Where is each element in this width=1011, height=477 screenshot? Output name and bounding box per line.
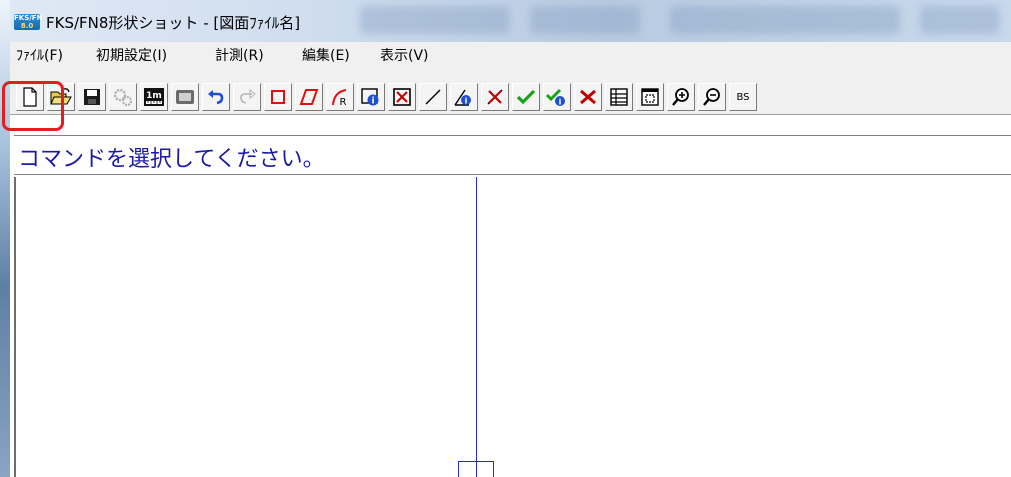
display-button[interactable] bbox=[171, 83, 199, 111]
measure-1m-label: 1m bbox=[146, 91, 162, 101]
menu-initial-settings[interactable]: 初期設定(I) bbox=[96, 45, 167, 65]
toolbar-button-row: 1m R i i i BS bbox=[10, 83, 970, 115]
check-button[interactable] bbox=[512, 83, 540, 111]
drawing-canvas[interactable] bbox=[14, 177, 1011, 477]
info-shape-icon: i bbox=[361, 88, 379, 107]
rectangle-icon bbox=[271, 90, 285, 104]
menu-file[interactable]: ﾌｧｲﾙ(F) bbox=[16, 45, 63, 65]
zoom-out-button[interactable] bbox=[698, 83, 726, 111]
undo-button[interactable] bbox=[202, 83, 230, 111]
arc-r-button[interactable]: R bbox=[326, 83, 354, 111]
fit-window-button[interactable] bbox=[636, 83, 664, 111]
parallelogram-button[interactable] bbox=[295, 83, 323, 111]
zoom-in-button[interactable] bbox=[667, 83, 695, 111]
delete-box-icon bbox=[393, 88, 411, 106]
app-icon-bottom-text: 8.0 bbox=[20, 22, 34, 30]
new-file-highlight bbox=[2, 81, 64, 131]
cancel-line-icon bbox=[487, 89, 503, 105]
toolbar: 1m R i i i BS bbox=[10, 66, 1011, 115]
desktop-background-strip bbox=[0, 0, 10, 477]
bs-button-label: BS bbox=[736, 91, 750, 103]
zoom-in-icon bbox=[672, 88, 689, 106]
svg-text:i: i bbox=[559, 97, 562, 106]
settings-gear-icon bbox=[113, 88, 133, 107]
save-icon bbox=[84, 89, 100, 105]
redo-button[interactable] bbox=[233, 83, 261, 111]
check-info-button[interactable]: i bbox=[543, 83, 571, 111]
list-button[interactable] bbox=[605, 83, 633, 111]
line-icon bbox=[425, 89, 441, 105]
app-icon-top-text: FKS/FN bbox=[14, 14, 43, 22]
svg-text:i: i bbox=[371, 97, 374, 107]
title-bar: FKS/FN 8.0 FKS/FN8形状ショット - [図面ﾌｧｲﾙ名] bbox=[10, 0, 1011, 42]
svg-text:R: R bbox=[340, 97, 347, 107]
redo-icon bbox=[240, 88, 256, 104]
line-button[interactable] bbox=[419, 83, 447, 111]
title-bar-blur-region bbox=[670, 6, 900, 34]
menu-edit[interactable]: 編集(E) bbox=[302, 45, 350, 65]
angle-info-button[interactable]: i bbox=[450, 83, 478, 111]
reject-icon bbox=[580, 89, 596, 105]
rectangle-button[interactable] bbox=[264, 83, 292, 111]
drawing-shape-divider bbox=[476, 461, 477, 477]
angle-info-icon: i bbox=[454, 89, 471, 106]
title-bar-blur-region bbox=[530, 6, 640, 34]
bs-button[interactable]: BS bbox=[729, 83, 757, 111]
app-icon: FKS/FN 8.0 bbox=[14, 14, 43, 30]
svg-text:i: i bbox=[465, 96, 468, 105]
settings-gear-button[interactable] bbox=[109, 83, 137, 111]
title-bar-blur-region bbox=[920, 6, 1000, 34]
measure-1m-icon: 1m bbox=[144, 88, 164, 106]
window-title: FKS/FN8形状ショット - [図面ﾌｧｲﾙ名] bbox=[46, 14, 301, 32]
menu-measure[interactable]: 計測(R) bbox=[215, 45, 264, 65]
command-prompt-bar: コマンドを選択してください。 bbox=[14, 135, 1011, 175]
parallelogram-icon bbox=[299, 89, 319, 105]
drawing-vertical-line bbox=[476, 177, 477, 462]
arc-r-icon: R bbox=[332, 89, 347, 107]
status-message: コマンドを選択してください。 bbox=[18, 147, 325, 172]
undo-icon bbox=[208, 90, 224, 105]
check-icon bbox=[516, 89, 536, 105]
menu-bar: ﾌｧｲﾙ(F) 初期設定(I) 計測(R) 編集(E) 表示(V) bbox=[10, 42, 1011, 67]
reject-button[interactable] bbox=[574, 83, 602, 111]
measure-1m-button[interactable]: 1m bbox=[140, 83, 168, 111]
zoom-out-icon bbox=[703, 88, 720, 106]
save-button[interactable] bbox=[78, 83, 106, 111]
info-shape-button[interactable]: i bbox=[357, 83, 385, 111]
delete-box-button[interactable] bbox=[388, 83, 416, 111]
cancel-line-button[interactable] bbox=[481, 83, 509, 111]
menu-view[interactable]: 表示(V) bbox=[380, 45, 429, 65]
check-info-icon: i bbox=[546, 88, 565, 106]
fit-window-icon bbox=[641, 88, 659, 106]
list-icon bbox=[610, 88, 628, 106]
display-icon bbox=[176, 90, 194, 104]
title-bar-blur-region bbox=[360, 6, 510, 34]
